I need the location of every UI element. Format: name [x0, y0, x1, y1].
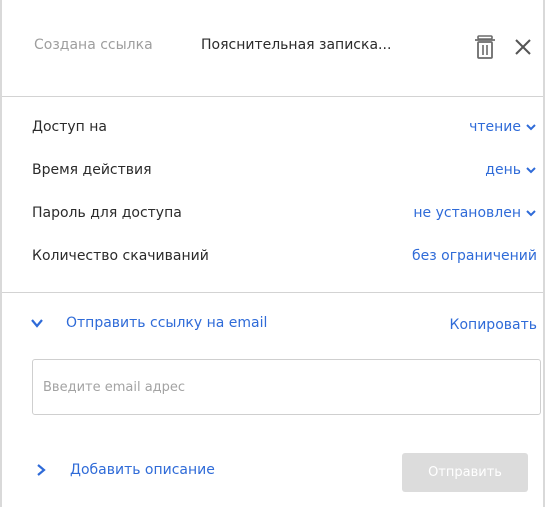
downloads-label: Количество скачиваний [32, 248, 209, 264]
send-button[interactable]: Отправить [402, 453, 528, 492]
password-value: не установлен [413, 205, 521, 221]
close-icon[interactable] [512, 36, 534, 58]
access-value: чтение [469, 119, 521, 135]
chevron-down-icon [526, 210, 536, 217]
copy-link-button[interactable]: Копировать [450, 317, 537, 333]
duration-dropdown[interactable]: день [485, 162, 537, 178]
link-settings: Доступ на чтение Время действия день Пар… [2, 96, 543, 293]
access-label: Доступ на [32, 119, 107, 135]
send-email-toggle[interactable]: Отправить ссылку на email [30, 315, 267, 331]
password-dropdown[interactable]: не установлен [413, 205, 537, 221]
chevron-down-icon [526, 124, 536, 131]
send-email-label: Отправить ссылку на email [66, 315, 268, 331]
email-input[interactable] [32, 359, 541, 415]
chevron-right-icon [37, 464, 46, 476]
email-section: Отправить ссылку на email Копировать Доб… [2, 292, 543, 507]
access-dropdown[interactable]: чтение [469, 119, 537, 135]
file-name: Пояснительная записка... [201, 37, 392, 53]
setting-row-access: Доступ на чтение [2, 116, 543, 140]
chevron-down-icon [526, 167, 536, 174]
panel-header: Создана ссылка Пояснительная записка... [2, 0, 543, 97]
duration-value: день [485, 162, 521, 178]
created-link-label: Создана ссылка [34, 37, 153, 53]
setting-row-duration: Время действия день [2, 159, 543, 183]
setting-row-downloads: Количество скачиваний без ограничений [2, 245, 543, 269]
setting-row-password: Пароль для доступа не установлен [2, 202, 543, 226]
downloads-value[interactable]: без ограничений [412, 248, 537, 264]
password-label: Пароль для доступа [32, 205, 182, 221]
share-link-panel: Создана ссылка Пояснительная записка... … [0, 0, 545, 507]
chevron-down-icon [31, 319, 43, 328]
trash-icon[interactable] [474, 34, 496, 60]
add-description-label: Добавить описание [70, 462, 215, 478]
duration-label: Время действия [32, 162, 152, 178]
add-description-toggle[interactable]: Добавить описание [36, 462, 215, 478]
